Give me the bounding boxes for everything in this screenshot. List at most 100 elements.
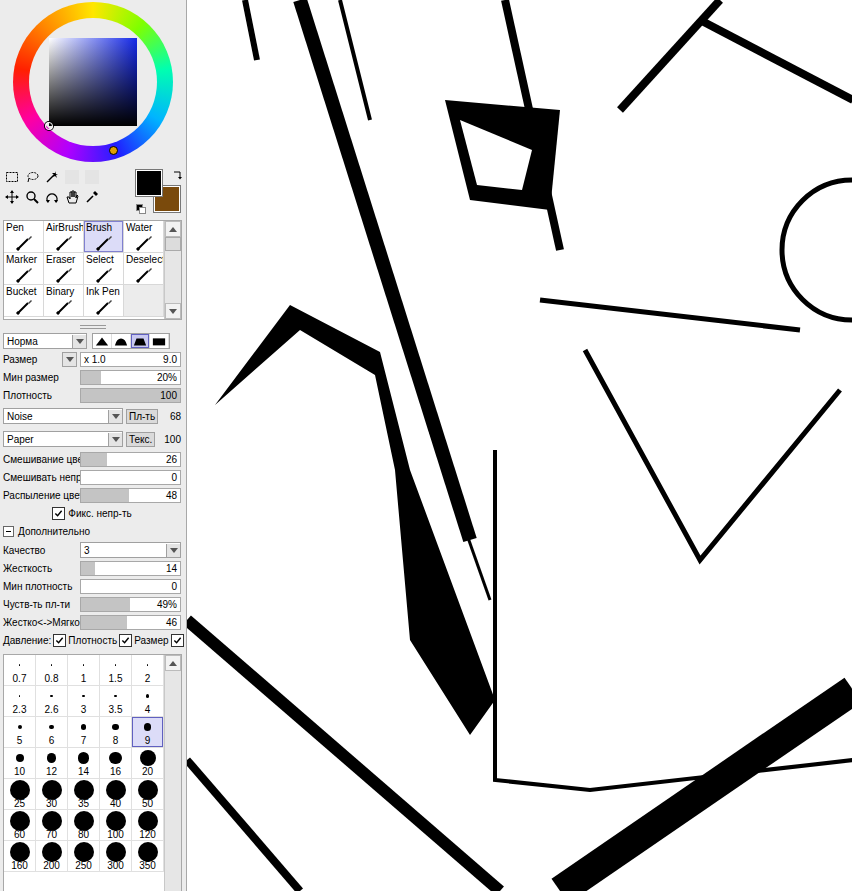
size-field[interactable]: x 1.09.0	[80, 352, 181, 367]
blend-mode-dropdown[interactable]: Норма	[3, 333, 87, 349]
brush-size-preset[interactable]: 7	[68, 717, 100, 748]
brush-size-preset[interactable]: 0.8	[36, 655, 68, 686]
brush-size-preset[interactable]: 0.7	[4, 655, 36, 686]
slider[interactable]: 26	[80, 452, 181, 467]
brush-size-preset[interactable]: 10	[4, 748, 36, 779]
brush-size-preset[interactable]: 160	[4, 841, 36, 872]
tool-button[interactable]: Select	[84, 253, 124, 285]
brush-size-preset[interactable]: 200	[36, 841, 68, 872]
hand-icon[interactable]	[65, 190, 79, 204]
brush-size-preset[interactable]: 2	[132, 655, 164, 686]
texture-strength[interactable]: Пл-ть68	[126, 409, 181, 424]
tool-button[interactable]: AirBrush	[44, 221, 84, 253]
size-scrollbar[interactable]	[164, 655, 181, 891]
bucket-icon	[15, 299, 33, 315]
brush-size-preset[interactable]: 120	[132, 810, 164, 841]
move-icon[interactable]	[5, 190, 19, 204]
fix-opacity-checkbox[interactable]	[52, 507, 65, 520]
tool-button[interactable]: Binary	[44, 285, 84, 317]
brush-size-preset[interactable]: 2.6	[36, 686, 68, 717]
brush-size-preset[interactable]: 30	[36, 779, 68, 810]
primary-color[interactable]	[136, 170, 162, 196]
brush-size-preset[interactable]: 350	[132, 841, 164, 872]
hue-wheel[interactable]	[13, 2, 173, 162]
tool-button[interactable]: Marker	[4, 253, 44, 285]
brush-size-preset[interactable]: 14	[68, 748, 100, 779]
panel-splitter[interactable]	[80, 325, 106, 329]
brush-size-preset[interactable]: 35	[68, 779, 100, 810]
brush-size-preset[interactable]: 12	[36, 748, 68, 779]
reset-colors-icon[interactable]	[136, 204, 146, 214]
tool-button[interactable]: Deselect	[124, 253, 164, 285]
brush-size-preset[interactable]: 100	[100, 810, 132, 841]
brush-shape-button[interactable]	[93, 334, 112, 348]
tool-button[interactable]: Brush	[84, 221, 124, 253]
brush-size-preset[interactable]: 1.5	[100, 655, 132, 686]
check-icon	[121, 636, 130, 645]
pressure-checkbox[interactable]	[119, 634, 132, 647]
brush-size-preset[interactable]: 6	[36, 717, 68, 748]
magic-wand-icon[interactable]	[45, 170, 59, 184]
slider[interactable]: 100	[80, 388, 181, 403]
tool-panel: PenAirBrushBrushWater MarkerEraserSelectD…	[0, 0, 187, 891]
pressure-checkbox[interactable]	[53, 634, 66, 647]
brush-size-preset[interactable]: 5	[4, 717, 36, 748]
brush-size-preset[interactable]: 60	[4, 810, 36, 841]
brush-size-preset[interactable]: 80	[68, 810, 100, 841]
brush-size-preset[interactable]: 40	[100, 779, 132, 810]
canvas[interactable]	[187, 0, 852, 891]
brush-size-preset[interactable]: 300	[100, 841, 132, 872]
slider[interactable]: 0	[80, 579, 181, 594]
brush-size-preset[interactable]: 70	[36, 810, 68, 841]
tool-button[interactable]: Bucket	[4, 285, 44, 317]
color-marker[interactable]	[45, 122, 53, 130]
slider[interactable]: 20%	[80, 370, 181, 385]
rotate-icon[interactable]	[45, 190, 59, 204]
pen-icon	[15, 235, 33, 251]
tool-scrollbar[interactable]	[164, 221, 181, 319]
brush-size-preset[interactable]: 25	[4, 779, 36, 810]
saturation-square[interactable]	[49, 38, 137, 126]
swap-colors-icon[interactable]	[172, 170, 182, 180]
color-picker	[0, 0, 186, 166]
brush-shape-button[interactable]	[131, 334, 150, 348]
brush-shape-button[interactable]	[112, 334, 131, 348]
brush-size-preset[interactable]: 4	[132, 686, 164, 717]
brush-size-preset[interactable]: 2.3	[4, 686, 36, 717]
size-multiplier-dropdown[interactable]	[62, 352, 77, 367]
rect-select-icon[interactable]	[5, 170, 19, 184]
square-shape-icon	[152, 336, 166, 346]
advanced-section-header[interactable]: Дополнительно	[0, 523, 186, 541]
slider[interactable]: 14	[80, 561, 181, 576]
texture-strength[interactable]: Текс.100	[126, 432, 181, 447]
brush-size-preset[interactable]: 3	[68, 686, 100, 717]
brush-size-preset[interactable]: 3.5	[100, 686, 132, 717]
slider[interactable]: 48	[80, 488, 181, 503]
lasso-icon[interactable]	[25, 170, 39, 184]
sai-window: PenAirBrushBrushWater MarkerEraserSelectD…	[0, 0, 852, 891]
tool-button[interactable]: Eraser	[44, 253, 84, 285]
tool-button[interactable]: Ink Pen	[84, 285, 124, 317]
hue-marker[interactable]	[109, 146, 118, 155]
zoom-icon[interactable]	[25, 190, 39, 204]
brush-size-preset[interactable]: 9	[132, 717, 164, 748]
brush-size-preset[interactable]: 20	[132, 748, 164, 779]
slider[interactable]: 0	[80, 470, 181, 485]
texture-dropdown[interactable]: Noise	[3, 408, 123, 424]
slider[interactable]: 49%	[80, 597, 181, 612]
water-icon	[135, 235, 153, 251]
pressure-checkbox[interactable]	[171, 634, 184, 647]
brush-size-preset[interactable]: 50	[132, 779, 164, 810]
slider[interactable]: 46	[80, 615, 181, 630]
brush-size-preset[interactable]: 16	[100, 748, 132, 779]
texture-dropdown[interactable]: Paper	[3, 431, 123, 447]
quality-dropdown[interactable]: 3	[80, 542, 181, 558]
brush-shape-button[interactable]	[150, 334, 169, 348]
brush-size-preset[interactable]: 1	[68, 655, 100, 686]
bump-shape-icon	[114, 336, 128, 346]
tool-button[interactable]: Water	[124, 221, 164, 253]
brush-size-preset[interactable]: 8	[100, 717, 132, 748]
brush-size-preset[interactable]: 250	[68, 841, 100, 872]
tool-button[interactable]: Pen	[4, 221, 44, 253]
eyedropper-icon[interactable]	[85, 190, 99, 204]
